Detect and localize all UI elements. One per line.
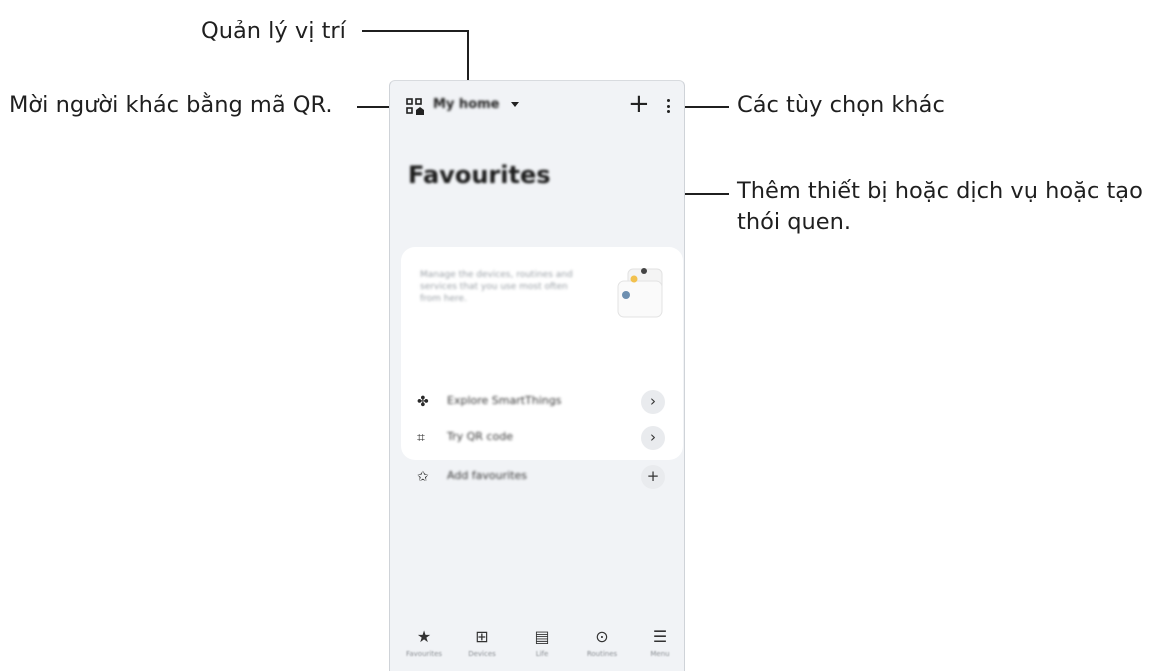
smartthings-icon: ✤ (417, 394, 429, 410)
callout-qr-invite: Mời người khác bằng mã QR. (9, 92, 333, 118)
chevron-right-icon[interactable]: › (641, 390, 665, 414)
page-title: Favourites (408, 161, 551, 189)
chevron-right-icon[interactable]: › (641, 426, 665, 450)
callout-location: Quản lý vị trí (201, 18, 346, 44)
qr-invite-icon[interactable] (406, 98, 426, 116)
row-label: Explore SmartThings (447, 394, 562, 407)
routines-icon: ⊙ (595, 627, 609, 646)
row-label: Try QR code (447, 430, 513, 443)
devices-illustration-icon (617, 268, 663, 318)
tab-label: Favourites (405, 650, 443, 658)
tab-devices[interactable]: ⊞ Devices (460, 627, 504, 658)
tab-label: Menu (650, 650, 670, 658)
row-label: Add favourites (447, 469, 528, 482)
list-item-qr[interactable]: ⌗ Try QR code › (401, 421, 683, 457)
tab-label: Life (535, 650, 549, 658)
tab-label: Routines (586, 650, 618, 658)
leader-location-h (362, 30, 469, 32)
favourites-card: Manage the devices, routines and service… (401, 247, 683, 489)
menu-icon: ☰ (652, 627, 668, 646)
tab-menu[interactable]: ☰ Menu (638, 627, 682, 658)
phone-screen: My home + Favourites Manage the devices,… (389, 80, 685, 671)
devices-icon: ⊞ (475, 627, 489, 646)
tab-label: Devices (468, 650, 496, 658)
star-icon: ✩ (417, 469, 429, 485)
plus-icon[interactable]: + (641, 465, 665, 489)
list-item-add-favourites[interactable]: ✩ Add favourites + (401, 460, 683, 496)
tab-favourites[interactable]: ★ Favourites (402, 627, 446, 658)
leader-more (682, 106, 729, 108)
bottom-nav: ★ Favourites ⊞ Devices ▤ Life ⊙ Routines… (390, 621, 684, 671)
add-button[interactable]: + (628, 90, 650, 118)
callout-add-line2: thói quen. (737, 209, 852, 235)
tab-routines[interactable]: ⊙ Routines (580, 627, 624, 658)
location-selector[interactable]: My home (433, 97, 500, 112)
card-description: Manage the devices, routines and service… (420, 270, 573, 304)
life-icon: ▤ (534, 627, 550, 646)
star-icon: ★ (416, 627, 432, 646)
callout-more-options: Các tùy chọn khác (737, 92, 945, 118)
callout-add-line1: Thêm thiết bị hoặc dịch vụ hoặc tạo (737, 178, 1143, 204)
top-bar: My home + (390, 81, 684, 131)
tab-life[interactable]: ▤ Life (520, 627, 564, 658)
list-item-explore[interactable]: ✤ Explore SmartThings › (401, 385, 683, 421)
qr-code-icon: ⌗ (417, 430, 425, 446)
more-options-icon[interactable] (667, 99, 671, 115)
chevron-down-icon[interactable] (511, 102, 519, 107)
